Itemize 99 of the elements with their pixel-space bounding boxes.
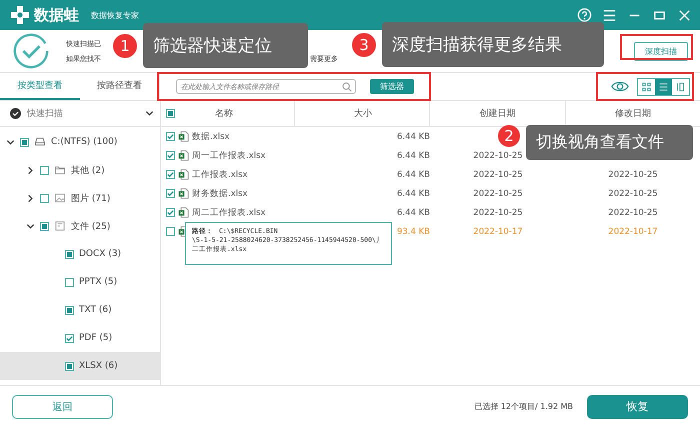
- list-view-icon: [658, 82, 669, 92]
- checked-checkbox[interactable]: [166, 170, 175, 179]
- callout-bubble: 深度扫描获得更多结果: [382, 22, 604, 67]
- check-circle-icon: [12, 32, 50, 70]
- view-tab[interactable]: 按路径查看: [80, 73, 159, 100]
- modified-date: 2022-10-25: [608, 170, 658, 180]
- partial-checkbox[interactable]: [65, 306, 74, 314]
- help-icon[interactable]: [577, 8, 592, 22]
- step-badge: 2: [498, 125, 520, 147]
- tree-label: TXT (6): [79, 305, 112, 315]
- step-badge: 1: [113, 34, 137, 58]
- modified-date: 2022-10-25: [608, 188, 658, 198]
- spreadsheet-file-icon: [178, 150, 189, 161]
- tree-item[interactable]: 其他 (2): [0, 156, 160, 184]
- tree-label: PPTX (5): [79, 277, 118, 287]
- file-name: 工作报表.xlsx: [192, 168, 248, 180]
- file-name: 周一工作报表.xlsx: [192, 150, 266, 162]
- file-size: 93.4 KB: [396, 226, 430, 236]
- checked-checkbox[interactable]: [166, 189, 175, 198]
- view-tab[interactable]: 按类型查看: [0, 73, 80, 100]
- image-icon: [54, 192, 66, 204]
- tree-label: XLSX (6): [79, 361, 118, 371]
- checkbox[interactable]: [40, 166, 49, 174]
- app-subtitle: 数据恢复专家: [91, 10, 139, 20]
- tree-label: PDF (5): [79, 333, 112, 343]
- drive-icon: [34, 136, 46, 148]
- list-view-button[interactable]: [655, 78, 672, 94]
- columns-view-icon: [675, 82, 686, 92]
- column-header: 名称: [215, 108, 233, 120]
- back-button[interactable]: 返回: [12, 394, 113, 418]
- file-name: 周二工作报表.xlsx: [192, 206, 266, 218]
- created-date: 2022-10-25: [473, 208, 523, 218]
- grid-view-icon: [641, 82, 652, 92]
- chevron-down-icon[interactable]: [145, 109, 154, 118]
- tree-item[interactable]: C:(NTFS) (100): [0, 128, 160, 156]
- file-size: 6.44 KB: [396, 208, 430, 218]
- file-name: 数据.xlsx: [192, 130, 230, 142]
- selected-tree-item[interactable]: XLSX (6): [0, 352, 160, 380]
- partial-checkbox[interactable]: [166, 109, 175, 118]
- folder-icon: [54, 164, 66, 176]
- created-date: 2022-10-17: [473, 226, 523, 236]
- checked-checkbox[interactable]: [166, 151, 175, 160]
- file-size: 6.44 KB: [396, 150, 430, 160]
- partial-checkbox[interactable]: [40, 222, 49, 230]
- step-badge: 3: [352, 32, 376, 56]
- callout-bubble: 筛选器快速定位: [143, 23, 308, 68]
- scan-mode-label: 快速扫描: [27, 108, 64, 120]
- tree-label: C:(NTFS) (100): [51, 137, 118, 147]
- tree-label: 文件 (25): [71, 220, 110, 232]
- tree-item[interactable]: DOCX (3): [0, 240, 160, 268]
- partial-checkbox[interactable]: [20, 138, 29, 146]
- checked-checkbox[interactable]: [166, 132, 175, 141]
- chevron-down-icon[interactable]: [26, 222, 35, 230]
- column-header: 大小: [354, 108, 372, 120]
- file-size: 6.44 KB: [396, 132, 430, 142]
- checkbox[interactable]: [40, 194, 49, 202]
- file-size: 6.44 KB: [396, 188, 430, 198]
- tree-label: 图片 (71): [71, 192, 110, 204]
- selection-summary: 已选择 12个项目/ 1.92 MB: [474, 401, 573, 412]
- tree-item[interactable]: 文件 (25): [0, 212, 160, 240]
- spreadsheet-file-icon: [178, 207, 189, 218]
- tree-label: 其他 (2): [71, 164, 105, 176]
- menu-icon[interactable]: [602, 8, 617, 22]
- check-badge-icon: [10, 108, 21, 119]
- checkbox[interactable]: [166, 227, 175, 236]
- app-name: 数据蛙: [34, 6, 79, 24]
- chevron-right-icon[interactable]: [26, 194, 35, 202]
- checkbox[interactable]: [65, 278, 74, 286]
- spreadsheet-file-icon: [178, 131, 189, 142]
- tree-item[interactable]: 图片 (71): [0, 184, 160, 212]
- tree-item[interactable]: PDF (5): [0, 324, 160, 352]
- filter-button[interactable]: 筛选器: [370, 79, 414, 94]
- eye-icon[interactable]: [611, 80, 629, 93]
- column-header: 创建日期: [480, 108, 516, 120]
- close-icon[interactable]: [677, 8, 692, 22]
- callout-bubble: 切换视角查看文件: [526, 125, 693, 160]
- created-date: 2022-10-25: [473, 188, 523, 198]
- partial-checkbox[interactable]: [65, 250, 74, 258]
- modified-date: 2022-10-25: [608, 208, 658, 218]
- tree-label: DOCX (3): [79, 249, 122, 259]
- spreadsheet-file-icon: [178, 169, 189, 180]
- tree-item[interactable]: PPTX (5): [0, 268, 160, 296]
- checked-checkbox[interactable]: [166, 208, 175, 217]
- column-header: 修改日期: [615, 108, 651, 120]
- created-date: 2022-10-25: [473, 150, 523, 160]
- modified-date: 2022-10-17: [608, 226, 658, 236]
- cross-logo-icon: [10, 5, 30, 25]
- partial-checkbox[interactable]: [65, 362, 74, 370]
- recover-button[interactable]: 恢复: [587, 394, 688, 418]
- created-date: 2022-10-25: [473, 170, 523, 180]
- chevron-right-icon[interactable]: [26, 166, 35, 174]
- document-icon: [54, 220, 66, 232]
- file-name: 财务数据.xlsx: [192, 188, 248, 200]
- chevron-down-icon[interactable]: [6, 138, 15, 146]
- tree-item[interactable]: TXT (6): [0, 296, 160, 324]
- search-icon: [342, 82, 352, 92]
- spreadsheet-file-icon: [178, 188, 189, 199]
- checked-checkbox[interactable]: [65, 334, 74, 342]
- file-size: 6.44 KB: [396, 170, 430, 180]
